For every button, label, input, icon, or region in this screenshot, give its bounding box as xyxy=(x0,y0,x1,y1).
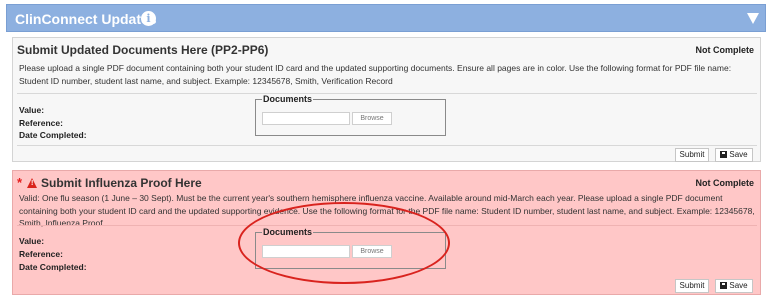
documents-upload-group: Documents Browse xyxy=(255,227,446,269)
section-influenza-proof: * Submit Influenza Proof Here Not Comple… xyxy=(12,170,761,295)
clinconnect-header[interactable]: ClinConnect Updates i xyxy=(6,4,766,32)
section-title: Submit Updated Documents Here (PP2-PP6) xyxy=(17,43,269,57)
divider xyxy=(17,225,757,226)
documents-legend: Documents xyxy=(262,94,314,104)
save-button-label: Save xyxy=(729,281,748,290)
divider xyxy=(17,93,757,94)
section-title-text: Submit Influenza Proof Here xyxy=(41,176,202,190)
reference-label: Reference: xyxy=(19,118,63,128)
collapse-chevron-icon[interactable] xyxy=(747,13,759,24)
status-badge: Not Complete xyxy=(695,178,755,188)
browse-button[interactable]: Browse xyxy=(352,112,392,125)
save-icon xyxy=(720,151,728,158)
required-marker: * xyxy=(17,175,23,190)
date-completed-label: Date Completed: xyxy=(19,130,87,140)
section-description: Valid: One flu season (1 June – 30 Sept)… xyxy=(19,193,755,228)
info-icon[interactable]: i xyxy=(141,11,156,26)
submit-button[interactable]: Submit xyxy=(675,148,709,162)
browse-button[interactable]: Browse xyxy=(352,245,392,258)
header-title: ClinConnect Updates xyxy=(15,11,157,27)
documents-legend: Documents xyxy=(262,227,314,237)
value-label: Value: xyxy=(19,105,45,115)
value-label: Value: xyxy=(19,236,45,246)
file-path-input[interactable] xyxy=(262,245,350,258)
section-description: Please upload a single PDF document cont… xyxy=(19,63,732,86)
file-path-input[interactable] xyxy=(262,112,350,125)
section-updated-documents: Submit Updated Documents Here (PP2-PP6) … xyxy=(12,37,761,162)
warning-icon xyxy=(27,178,37,188)
save-button[interactable]: Save xyxy=(715,279,753,293)
save-button[interactable]: Save xyxy=(715,148,753,162)
submit-button[interactable]: Submit xyxy=(675,279,709,293)
date-completed-label: Date Completed: xyxy=(19,262,87,272)
reference-label: Reference: xyxy=(19,249,63,259)
save-button-label: Save xyxy=(729,150,748,159)
section-title: Submit Influenza Proof Here xyxy=(27,176,202,190)
status-badge: Not Complete xyxy=(695,45,755,55)
documents-upload-group: Documents Browse xyxy=(255,94,446,136)
divider xyxy=(17,145,757,146)
save-icon xyxy=(720,282,728,289)
